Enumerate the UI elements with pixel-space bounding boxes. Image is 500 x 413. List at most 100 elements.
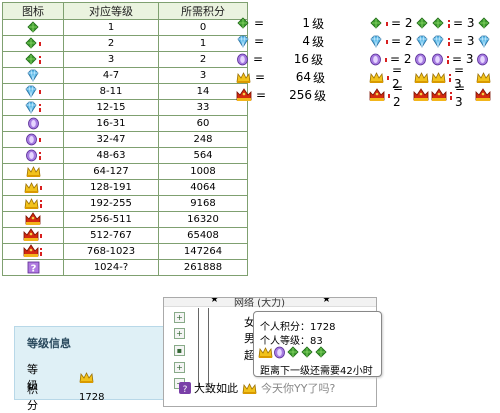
star-icon: ★	[322, 297, 331, 305]
row-level: 64-127	[63, 163, 159, 180]
dot-icon	[385, 17, 389, 30]
leaf-icon	[286, 346, 300, 359]
bigcrown-icon	[431, 88, 447, 102]
table-row: 768-1023 147264	[2, 243, 248, 260]
leaf-icon	[24, 52, 38, 66]
dots-icon	[38, 149, 42, 162]
row-points: 248	[158, 131, 248, 148]
dot-icon	[39, 181, 43, 194]
expand-button[interactable]: +	[174, 362, 185, 373]
diamond-icon	[26, 69, 40, 82]
table-row: 10	[2, 19, 248, 36]
row-points: 2	[158, 51, 248, 68]
buddy-name: 大致如此	[194, 382, 238, 395]
leaf-icon	[314, 346, 328, 359]
legend-num: 4	[302, 34, 311, 48]
row-points: 3	[158, 67, 248, 84]
table-row: 192-255 9168	[2, 195, 248, 212]
combo-eq: = 3	[453, 16, 475, 30]
table-row: 128-191 4064	[2, 179, 248, 196]
row-points: 261888	[158, 259, 248, 276]
row-points: 1	[158, 35, 248, 52]
diamond-icon	[369, 35, 383, 48]
row-icons	[2, 19, 64, 36]
bigcrown-icon	[25, 212, 41, 226]
avatar-icon: ?	[178, 381, 192, 395]
level-tooltip: 个人积分：1728 个人等级：83 距离下一级还需要42小时	[253, 311, 382, 377]
table-row: 4-7 3	[2, 67, 248, 84]
leaf-icon	[431, 16, 445, 30]
row-level: 12-15	[63, 99, 159, 116]
star-icon: ★	[210, 297, 219, 305]
crown-icon	[24, 197, 39, 210]
dot-icon	[38, 37, 42, 50]
gem-icon	[236, 53, 249, 66]
bigcrown-icon	[369, 88, 385, 102]
row-points: 0	[158, 19, 248, 36]
row-points: 9168	[158, 195, 248, 212]
bigcrown-icon	[413, 88, 429, 102]
gem-icon	[25, 133, 38, 146]
dots-icon	[447, 35, 451, 48]
row-icons	[2, 67, 64, 84]
tree-line	[208, 308, 209, 386]
row-icons	[2, 131, 64, 148]
leaf-icon	[300, 346, 314, 359]
legend-unit: 级	[312, 16, 325, 31]
level-table: 图标 对应等级 所需积分 1 0 2 1 3 2 4-7 3 8-11 14 12-15 33 16-3…	[2, 2, 248, 276]
svg-text:?: ?	[30, 263, 36, 274]
points-value: 1728	[79, 391, 105, 403]
legend-row: = 256 级	[236, 86, 326, 104]
leaf-icon	[415, 16, 429, 30]
gem-icon	[25, 149, 38, 162]
dots-icon	[449, 89, 453, 102]
row-icons: ?	[2, 259, 64, 276]
bigcrown-icon	[236, 88, 252, 102]
row-icons	[2, 179, 64, 196]
row-icons	[2, 51, 64, 68]
lock-button[interactable]: ▪	[174, 345, 185, 356]
table-row: ? 1024-? 261888	[2, 259, 248, 276]
crown-icon	[258, 346, 273, 359]
diamond-icon	[24, 101, 38, 114]
legend-unit: 级	[313, 70, 326, 85]
row-icons	[2, 115, 64, 132]
panel-title: 等级信息	[27, 337, 71, 350]
row-level: 2	[63, 35, 159, 52]
legend-row: = 1 级	[236, 14, 326, 32]
row-level: 32-47	[63, 131, 159, 148]
row-icons	[2, 147, 64, 164]
legend-unit: 级	[311, 52, 324, 67]
expand-button[interactable]: +	[174, 328, 185, 339]
tooltip-level: 个人等级：83	[260, 336, 323, 347]
row-icons	[2, 83, 64, 100]
legend-row: = 16 级	[236, 50, 326, 68]
row-level: 192-255	[63, 195, 159, 212]
row-points: 4064	[158, 179, 248, 196]
row-level: 3	[63, 51, 159, 68]
legend-eq: =	[253, 52, 264, 66]
tooltip-next: 距离下一级还需要42小时	[260, 366, 373, 377]
header-points: 所需积分	[158, 2, 248, 20]
buddy-footer[interactable]: ? 大致如此 今天你YY了吗?	[178, 380, 335, 396]
row-points: 1008	[158, 163, 248, 180]
expand-button[interactable]: +	[174, 312, 185, 323]
bigcrown-icon	[475, 88, 491, 102]
diamond-icon	[477, 35, 491, 48]
table-row: 12-15 33	[2, 99, 248, 116]
combo-row: = 2 = 3	[368, 32, 492, 50]
crown-icon	[24, 181, 39, 194]
combo-eq: = 3	[455, 81, 466, 109]
bigcrown-icon	[23, 244, 39, 258]
row-icons	[2, 163, 64, 180]
dot-icon	[38, 133, 42, 146]
legend-eq: =	[255, 70, 266, 84]
bigcrown-icon	[23, 228, 39, 242]
combo-eq: = 3	[453, 34, 475, 48]
table-row: 32-47 248	[2, 131, 248, 148]
table-row: 64-127 1008	[2, 163, 248, 180]
buddy-header: ★ 网络 (大力) ★	[164, 297, 376, 309]
tooltip-icons	[258, 346, 328, 359]
diamond-icon	[415, 35, 429, 48]
tooltip-points: 个人积分：1728	[260, 322, 336, 333]
